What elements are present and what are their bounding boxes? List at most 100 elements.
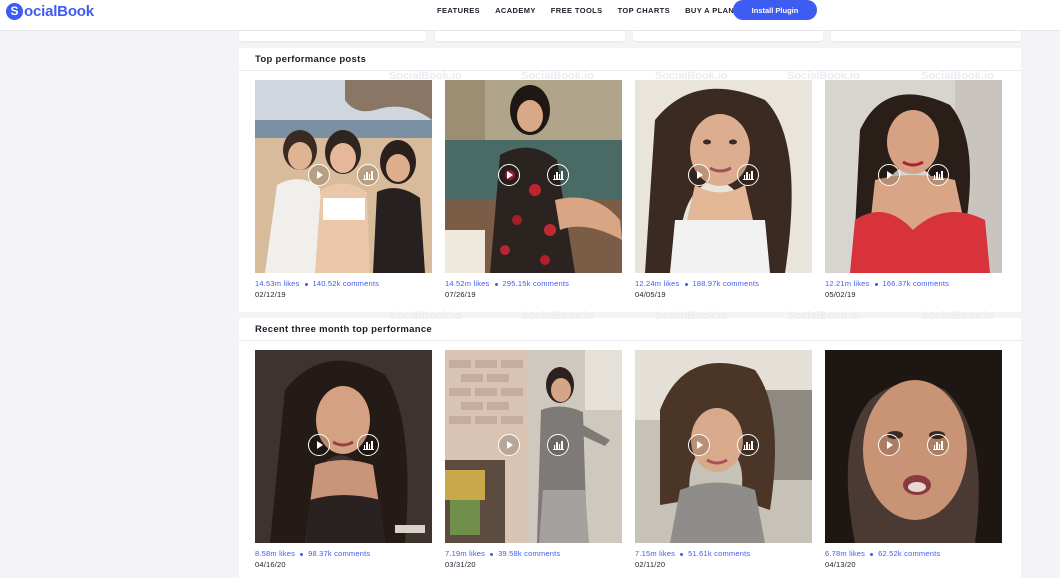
play-button[interactable] — [688, 434, 710, 456]
post-image — [255, 350, 432, 543]
comments-count: 62.52k comments — [878, 549, 941, 558]
stats-button[interactable] — [547, 434, 569, 456]
play-button[interactable] — [498, 164, 520, 186]
play-button[interactable] — [308, 434, 330, 456]
nav-academy[interactable]: ACADEMY — [495, 6, 536, 15]
likes-count: 14.52m likes — [445, 279, 490, 288]
post-image — [445, 80, 622, 273]
previous-card — [435, 30, 625, 41]
post-date: 04/13/20 — [825, 560, 856, 569]
recent-three-month-section: Recent three month top performance Socia… — [239, 310, 1021, 578]
separator-dot — [490, 552, 494, 556]
stats-button[interactable] — [547, 164, 569, 186]
post-date: 02/11/20 — [635, 560, 666, 569]
post-image — [255, 80, 432, 273]
play-button[interactable] — [498, 434, 520, 456]
nav-buy-a-plan[interactable]: BUY A PLAN — [685, 6, 734, 15]
play-icon — [317, 441, 323, 449]
stats-button[interactable] — [927, 164, 949, 186]
previous-card — [831, 30, 1021, 41]
likes-count: 12.24m likes — [635, 279, 680, 288]
post-thumbnail[interactable] — [255, 350, 432, 543]
post-card[interactable]: 7.19m likes 39.58k comments 03/31/20 — [445, 350, 622, 569]
logo-mark-icon: S — [6, 2, 23, 20]
play-icon — [507, 441, 513, 449]
separator-dot — [680, 552, 684, 556]
post-date: 04/16/20 — [255, 560, 286, 569]
post-stats: 14.53m likes 140.52k comments — [255, 279, 432, 288]
comments-count: 166.37k comments — [882, 279, 950, 288]
post-card[interactable]: 12.24m likes 188.97k comments 04/05/19 — [635, 80, 812, 299]
post-date: 07/26/19 — [445, 290, 476, 299]
post-stats: 14.52m likes 295.15k comments — [445, 279, 622, 288]
post-stats: 6.78m likes 62.52k comments — [825, 549, 1002, 558]
previous-section-cards — [239, 30, 1021, 42]
stats-button[interactable] — [927, 434, 949, 456]
comments-count: 51.61k comments — [688, 549, 751, 558]
comments-count: 98.37k comments — [308, 549, 371, 558]
post-thumbnail[interactable] — [825, 80, 1002, 273]
nav-free-tools[interactable]: FREE TOOLS — [551, 6, 603, 15]
post-card[interactable]: 6.78m likes 62.52k comments 04/13/20 — [825, 350, 1002, 569]
play-icon — [697, 441, 703, 449]
top-performance-posts-section: Top performance posts SocialBook.io Soci… — [239, 48, 1021, 312]
post-thumbnail[interactable] — [635, 80, 812, 273]
previous-card — [239, 30, 426, 41]
play-icon — [887, 441, 893, 449]
post-image — [635, 350, 812, 543]
comments-count: 39.58k comments — [498, 549, 561, 558]
likes-count: 6.78m likes — [825, 549, 866, 558]
post-thumbnail[interactable] — [825, 350, 1002, 543]
section-title: Recent three month top performance — [255, 324, 433, 335]
bar-chart-icon — [742, 170, 754, 180]
separator-dot — [870, 552, 874, 556]
post-thumbnail[interactable] — [255, 80, 432, 273]
post-image — [445, 350, 622, 543]
socialbook-logo[interactable]: S ocialBook — [6, 1, 94, 21]
post-card[interactable]: 14.52m likes 295.15k comments 07/26/19 — [445, 80, 622, 299]
play-button[interactable] — [878, 434, 900, 456]
stats-button[interactable] — [357, 434, 379, 456]
section-divider — [239, 340, 1021, 341]
nav-top-charts[interactable]: TOP CHARTS — [618, 6, 670, 15]
post-image — [635, 80, 812, 273]
install-plugin-button[interactable]: Install Plugin — [733, 0, 817, 20]
post-card[interactable]: 7.15m likes 51.61k comments 02/11/20 — [635, 350, 812, 569]
nav-features[interactable]: FEATURES — [437, 6, 480, 15]
play-button[interactable] — [308, 164, 330, 186]
post-thumbnail[interactable] — [445, 80, 622, 273]
post-date: 04/05/19 — [635, 290, 666, 299]
stats-button[interactable] — [737, 434, 759, 456]
likes-count: 12.21m likes — [825, 279, 870, 288]
post-card[interactable]: 8.58m likes 98.37k comments 04/16/20 — [255, 350, 432, 569]
bar-chart-icon — [362, 440, 374, 450]
bar-chart-icon — [552, 440, 564, 450]
post-card[interactable]: 14.53m likes 140.52k comments 02/12/19 — [255, 80, 432, 299]
play-icon — [507, 171, 513, 179]
bar-chart-icon — [362, 170, 374, 180]
likes-count: 7.15m likes — [635, 549, 676, 558]
post-thumbnail[interactable] — [635, 350, 812, 543]
post-stats: 7.15m likes 51.61k comments — [635, 549, 812, 558]
play-button[interactable] — [688, 164, 710, 186]
likes-count: 14.53m likes — [255, 279, 300, 288]
play-icon — [317, 171, 323, 179]
post-image — [825, 80, 1002, 273]
likes-count: 8.58m likes — [255, 549, 296, 558]
section-title: Top performance posts — [255, 54, 367, 65]
stats-button[interactable] — [737, 164, 759, 186]
post-stats: 12.21m likes 166.37k comments — [825, 279, 1002, 288]
play-icon — [697, 171, 703, 179]
bar-chart-icon — [552, 170, 564, 180]
post-date: 03/31/20 — [445, 560, 476, 569]
stats-button[interactable] — [357, 164, 379, 186]
previous-card — [633, 30, 823, 41]
bar-chart-icon — [742, 440, 754, 450]
play-button[interactable] — [878, 164, 900, 186]
separator-dot — [874, 282, 878, 286]
separator-dot — [494, 282, 498, 286]
post-date: 05/02/19 — [825, 290, 856, 299]
post-thumbnail[interactable] — [445, 350, 622, 543]
likes-count: 7.19m likes — [445, 549, 486, 558]
post-card[interactable]: 12.21m likes 166.37k comments 05/02/19 — [825, 80, 1002, 299]
